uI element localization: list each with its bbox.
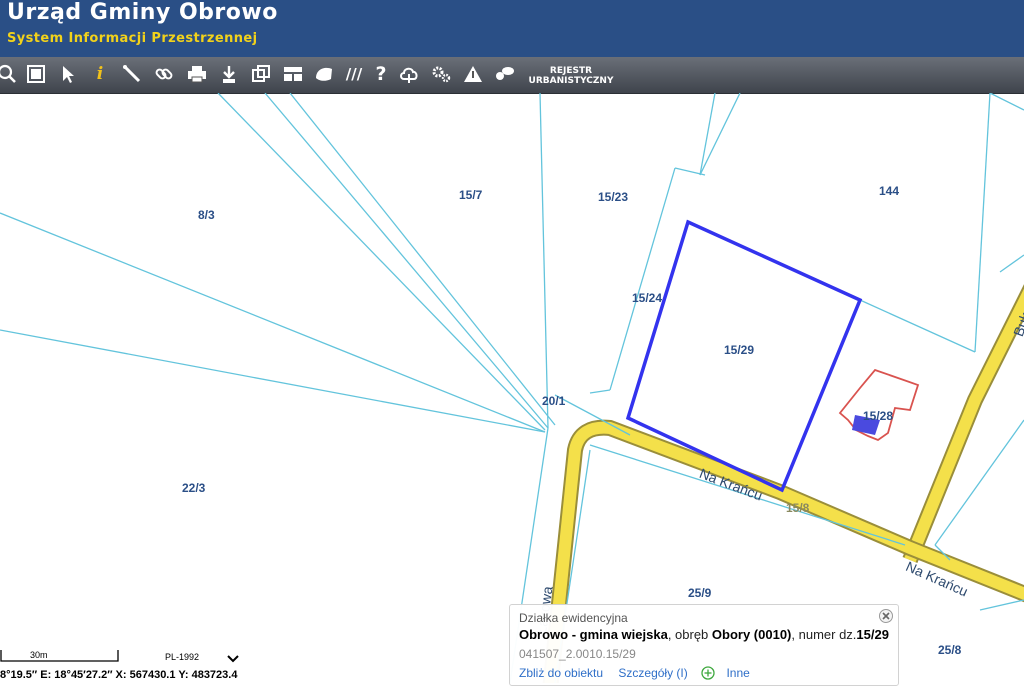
app-header: Urząd Gminy Obrowo System Informacji Prz… bbox=[0, 0, 1024, 57]
popup-links: Zbliż do obiektu Szczegóły (I) Inne bbox=[519, 666, 750, 680]
zoom-extent-icon[interactable] bbox=[23, 61, 49, 87]
parcel-label: 22/3 bbox=[182, 481, 206, 495]
measure-icon[interactable] bbox=[119, 61, 145, 87]
parcel-label: 15/8 bbox=[786, 501, 810, 515]
chevron-down-icon[interactable] bbox=[226, 650, 240, 663]
close-icon[interactable] bbox=[878, 608, 894, 624]
layers-icon[interactable] bbox=[248, 61, 274, 87]
parcel-info-popup: Działka ewidencyjna Obrowo - gmina wiejs… bbox=[509, 604, 899, 686]
area-icon[interactable] bbox=[311, 61, 337, 87]
crs-select[interactable]: PL-1992 bbox=[165, 652, 199, 662]
coordinates-readout: 8°19.5″ E: 18°45′27.2″ X: 567430.1 Y: 48… bbox=[0, 669, 238, 681]
parcel-label: 15/24 bbox=[632, 291, 663, 305]
help-icon[interactable]: ? bbox=[368, 61, 394, 87]
parcel-label: 25/9 bbox=[688, 586, 712, 600]
pointer-icon[interactable] bbox=[55, 61, 81, 87]
parcel-label: 8/3 bbox=[198, 208, 215, 222]
rejestr-urbanistyczny-button[interactable]: REJESTR URBANISTYCZNY bbox=[527, 66, 615, 86]
link-icon[interactable] bbox=[151, 61, 177, 87]
zoom-to-object-link[interactable]: Zbliż do obiektu bbox=[519, 666, 603, 680]
map-layer bbox=[0, 93, 1024, 683]
layout-icon[interactable] bbox=[280, 61, 306, 87]
map-canvas[interactable]: 15/7 15/23 144 8/3 15/24 15/29 15/28 20/… bbox=[0, 93, 1024, 683]
parcel-label: 20/1 bbox=[542, 394, 566, 408]
zoom-icon[interactable] bbox=[0, 61, 20, 87]
parcel-label: 15/28 bbox=[863, 409, 894, 423]
app-title: Urząd Gminy Obrowo bbox=[7, 0, 278, 25]
popup-gmina: Obrowo - gmina wiejska bbox=[519, 627, 668, 642]
scale-label: 30m bbox=[30, 650, 48, 660]
cloud-icon[interactable] bbox=[396, 61, 422, 87]
warning-icon[interactable] bbox=[460, 61, 486, 87]
popup-numer-prefix: , numer dz. bbox=[791, 627, 857, 642]
hatch-icon[interactable]: /// bbox=[341, 61, 367, 87]
parcel-label: 15/29 bbox=[724, 343, 755, 357]
parcel-label: 144 bbox=[879, 184, 900, 198]
popup-numer: 15/29 bbox=[856, 627, 889, 642]
building-outline bbox=[838, 368, 920, 442]
print-icon[interactable] bbox=[184, 61, 210, 87]
scale-bar bbox=[0, 650, 119, 662]
comment-icon[interactable] bbox=[492, 61, 518, 87]
parcel-label: 15/7 bbox=[459, 188, 483, 202]
rejestr-line2: URBANISTYCZNY bbox=[528, 76, 614, 86]
plus-circle-icon[interactable] bbox=[701, 666, 715, 680]
popup-identifier: 041507_2.0010.15/29 bbox=[519, 647, 636, 661]
app-subtitle: System Informacji Przestrzennej bbox=[7, 31, 258, 46]
parcel-lines bbox=[0, 93, 1024, 683]
download-icon[interactable] bbox=[216, 61, 242, 87]
popup-description: Obrowo - gmina wiejska, obręb Obory (001… bbox=[519, 627, 889, 642]
popup-obreb-prefix: , obręb bbox=[667, 627, 712, 642]
rejestr-line1: REJESTR bbox=[549, 66, 593, 76]
road-bukowa bbox=[904, 288, 1024, 563]
popup-obreb: Obory (0010) bbox=[711, 627, 792, 642]
settings-icon[interactable] bbox=[428, 61, 454, 87]
parcel-label: 25/8 bbox=[938, 643, 962, 657]
other-link[interactable]: Inne bbox=[726, 666, 749, 680]
toolbar: i /// ? REJESTR URBANISTYCZNY bbox=[0, 57, 1024, 94]
popup-heading: Działka ewidencyjna bbox=[519, 611, 628, 625]
parcel-label: 15/23 bbox=[598, 190, 629, 204]
info-icon[interactable]: i bbox=[87, 61, 113, 87]
details-link[interactable]: Szczegóły (I) bbox=[618, 666, 687, 680]
